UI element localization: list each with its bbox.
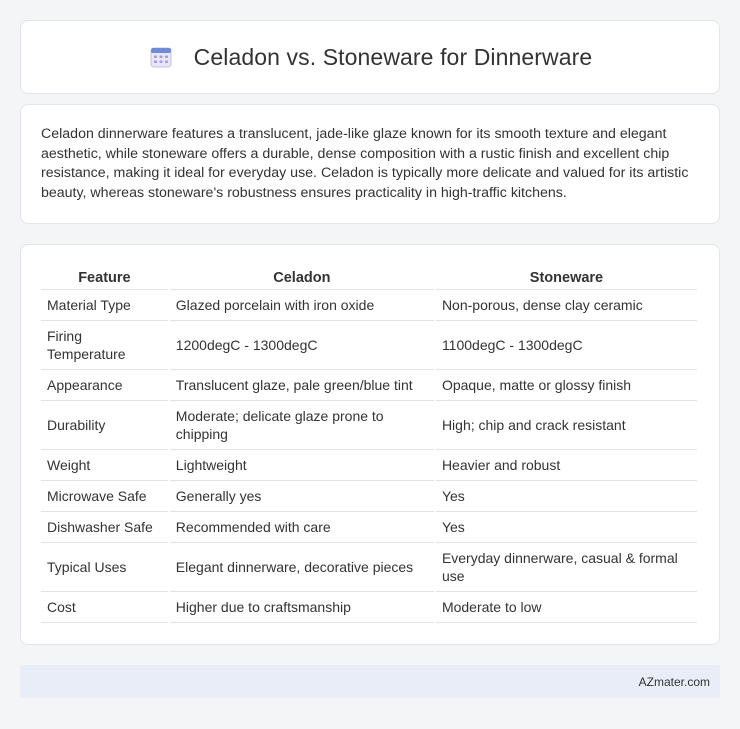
table-cell: Lightweight xyxy=(169,450,434,481)
intro-card: Celadon dinnerware features a translucen… xyxy=(20,104,720,224)
header-stoneware: Stoneware xyxy=(435,265,697,290)
table-cell: Durability xyxy=(41,401,168,450)
title-card: Celadon vs. Stoneware for Dinnerware xyxy=(20,20,720,94)
footer-brand[interactable]: AZmater.com xyxy=(639,675,710,689)
table-row: Appearance Translucent glaze, pale green… xyxy=(41,370,697,401)
table-cell: Microwave Safe xyxy=(41,481,168,512)
table-cell: Higher due to craftsmanship xyxy=(169,592,434,623)
table-cell: Firing Temperature xyxy=(41,321,168,370)
table-cell: Cost xyxy=(41,592,168,623)
table-cell: Heavier and robust xyxy=(435,450,697,481)
header-feature: Feature xyxy=(41,265,168,290)
table-cell: Typical Uses xyxy=(41,543,168,592)
table-cell: High; chip and crack resistant xyxy=(435,401,697,450)
table-row: Typical Uses Elegant dinnerware, decorat… xyxy=(41,543,697,592)
comparison-card: Feature Celadon Stoneware Material Type … xyxy=(20,244,720,645)
table-row: Material Type Glazed porcelain with iron… xyxy=(41,290,697,321)
table-row: Firing Temperature 1200degC - 1300degC 1… xyxy=(41,321,697,370)
table-cell: Appearance xyxy=(41,370,168,401)
table-row: Cost Higher due to craftsmanship Moderat… xyxy=(41,592,697,623)
table-cell: Yes xyxy=(435,512,697,543)
table-cell: Recommended with care xyxy=(169,512,434,543)
table-cell: Yes xyxy=(435,481,697,512)
table-cell: Everyday dinnerware, casual & formal use xyxy=(435,543,697,592)
table-cell: Moderate; delicate glaze prone to chippi… xyxy=(169,401,434,450)
page-title: Celadon vs. Stoneware for Dinnerware xyxy=(193,43,593,70)
table-cell: 1200degC - 1300degC xyxy=(169,321,434,370)
table-cell: Elegant dinnerware, decorative pieces xyxy=(169,543,434,592)
footer-bar: AZmater.com xyxy=(20,665,720,698)
table-cell: Dishwasher Safe xyxy=(41,512,168,543)
table-cell: Generally yes xyxy=(169,481,434,512)
table-row: Durability Moderate; delicate glaze pron… xyxy=(41,401,697,450)
intro-text: Celadon dinnerware features a translucen… xyxy=(41,126,689,201)
table-cell: 1100degC - 1300degC xyxy=(435,321,697,370)
table-header-row: Feature Celadon Stoneware xyxy=(41,265,697,290)
table-cell: Weight xyxy=(41,450,168,481)
calendar-icon xyxy=(148,44,174,70)
comparison-table: Feature Celadon Stoneware Material Type … xyxy=(39,265,699,623)
table-row: Dishwasher Safe Recommended with care Ye… xyxy=(41,512,697,543)
table-cell: Glazed porcelain with iron oxide xyxy=(169,290,434,321)
table-cell: Material Type xyxy=(41,290,168,321)
header-celadon: Celadon xyxy=(169,265,434,290)
table-cell: Translucent glaze, pale green/blue tint xyxy=(169,370,434,401)
table-cell: Non-porous, dense clay ceramic xyxy=(435,290,697,321)
table-row: Microwave Safe Generally yes Yes xyxy=(41,481,697,512)
table-cell: Moderate to low xyxy=(435,592,697,623)
table-cell: Opaque, matte or glossy finish xyxy=(435,370,697,401)
table-row: Weight Lightweight Heavier and robust xyxy=(41,450,697,481)
